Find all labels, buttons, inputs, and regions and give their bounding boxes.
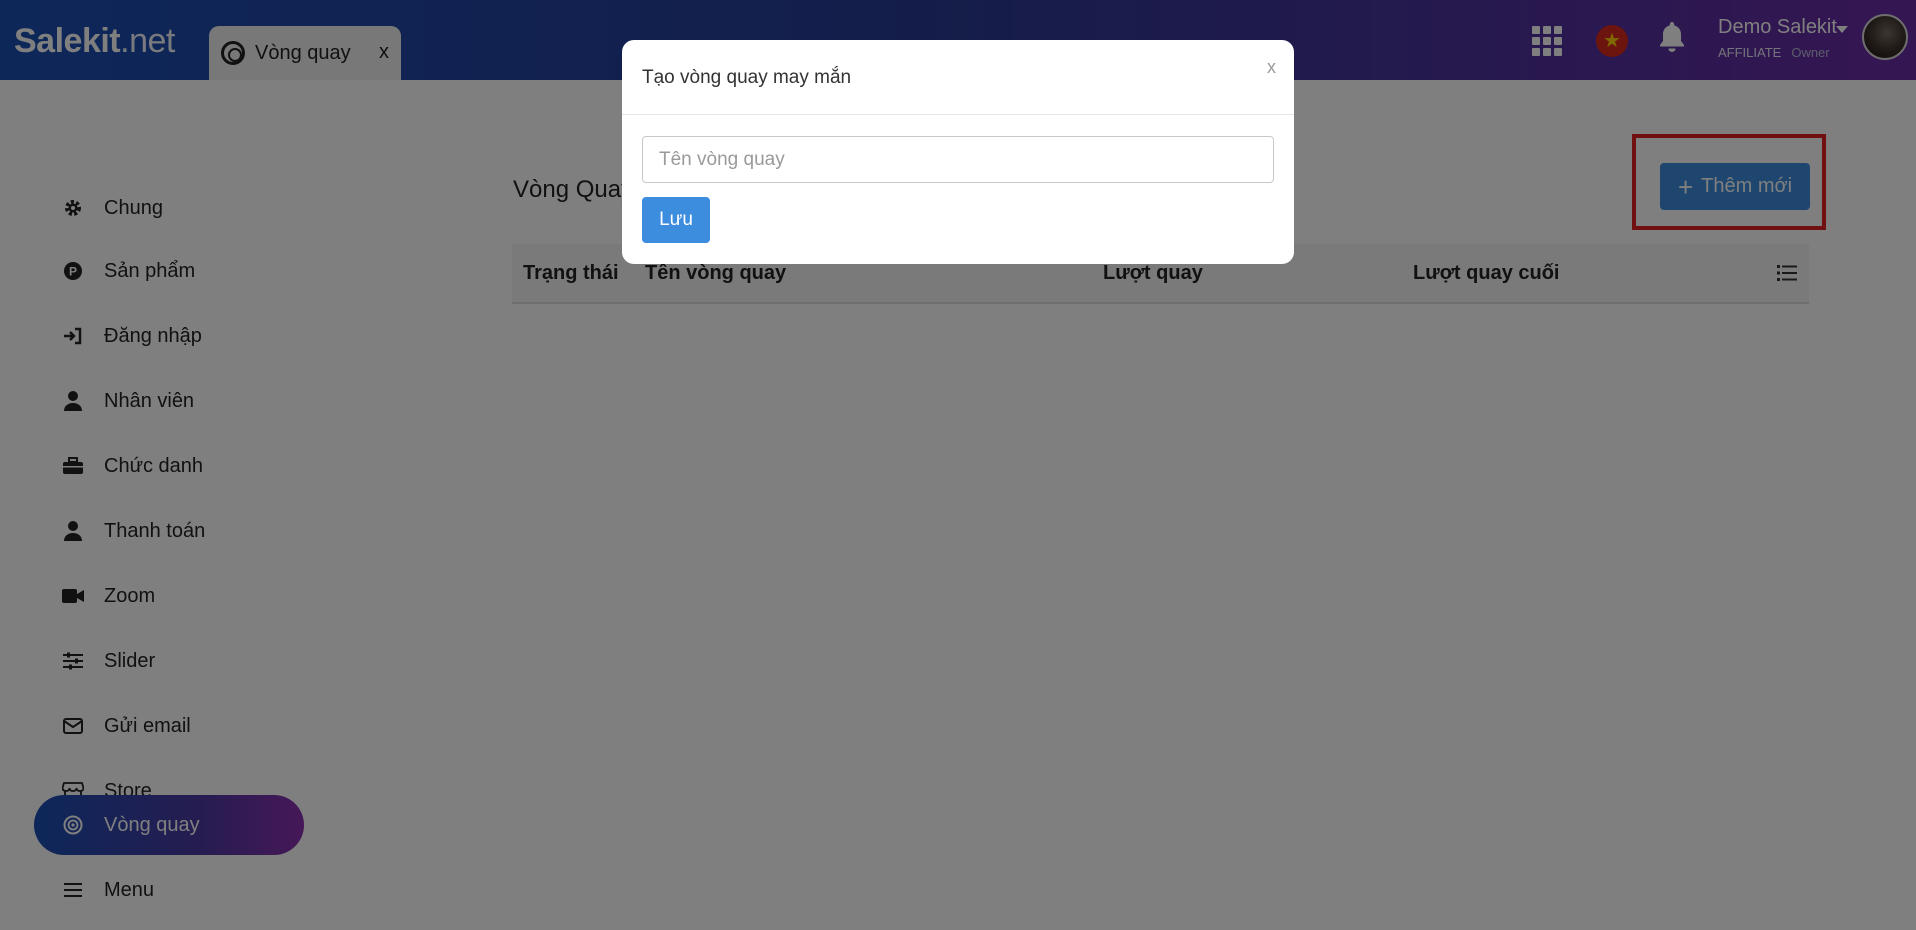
wheel-name-input[interactable] (642, 136, 1274, 183)
modal-header: Tạo vòng quay may mắn x (622, 40, 1294, 115)
modal-close-button[interactable]: x (1267, 57, 1276, 78)
modal-title: Tạo vòng quay may mắn (642, 67, 852, 88)
create-wheel-modal: Tạo vòng quay may mắn x Lưu (622, 40, 1294, 264)
save-button[interactable]: Lưu (642, 197, 710, 243)
